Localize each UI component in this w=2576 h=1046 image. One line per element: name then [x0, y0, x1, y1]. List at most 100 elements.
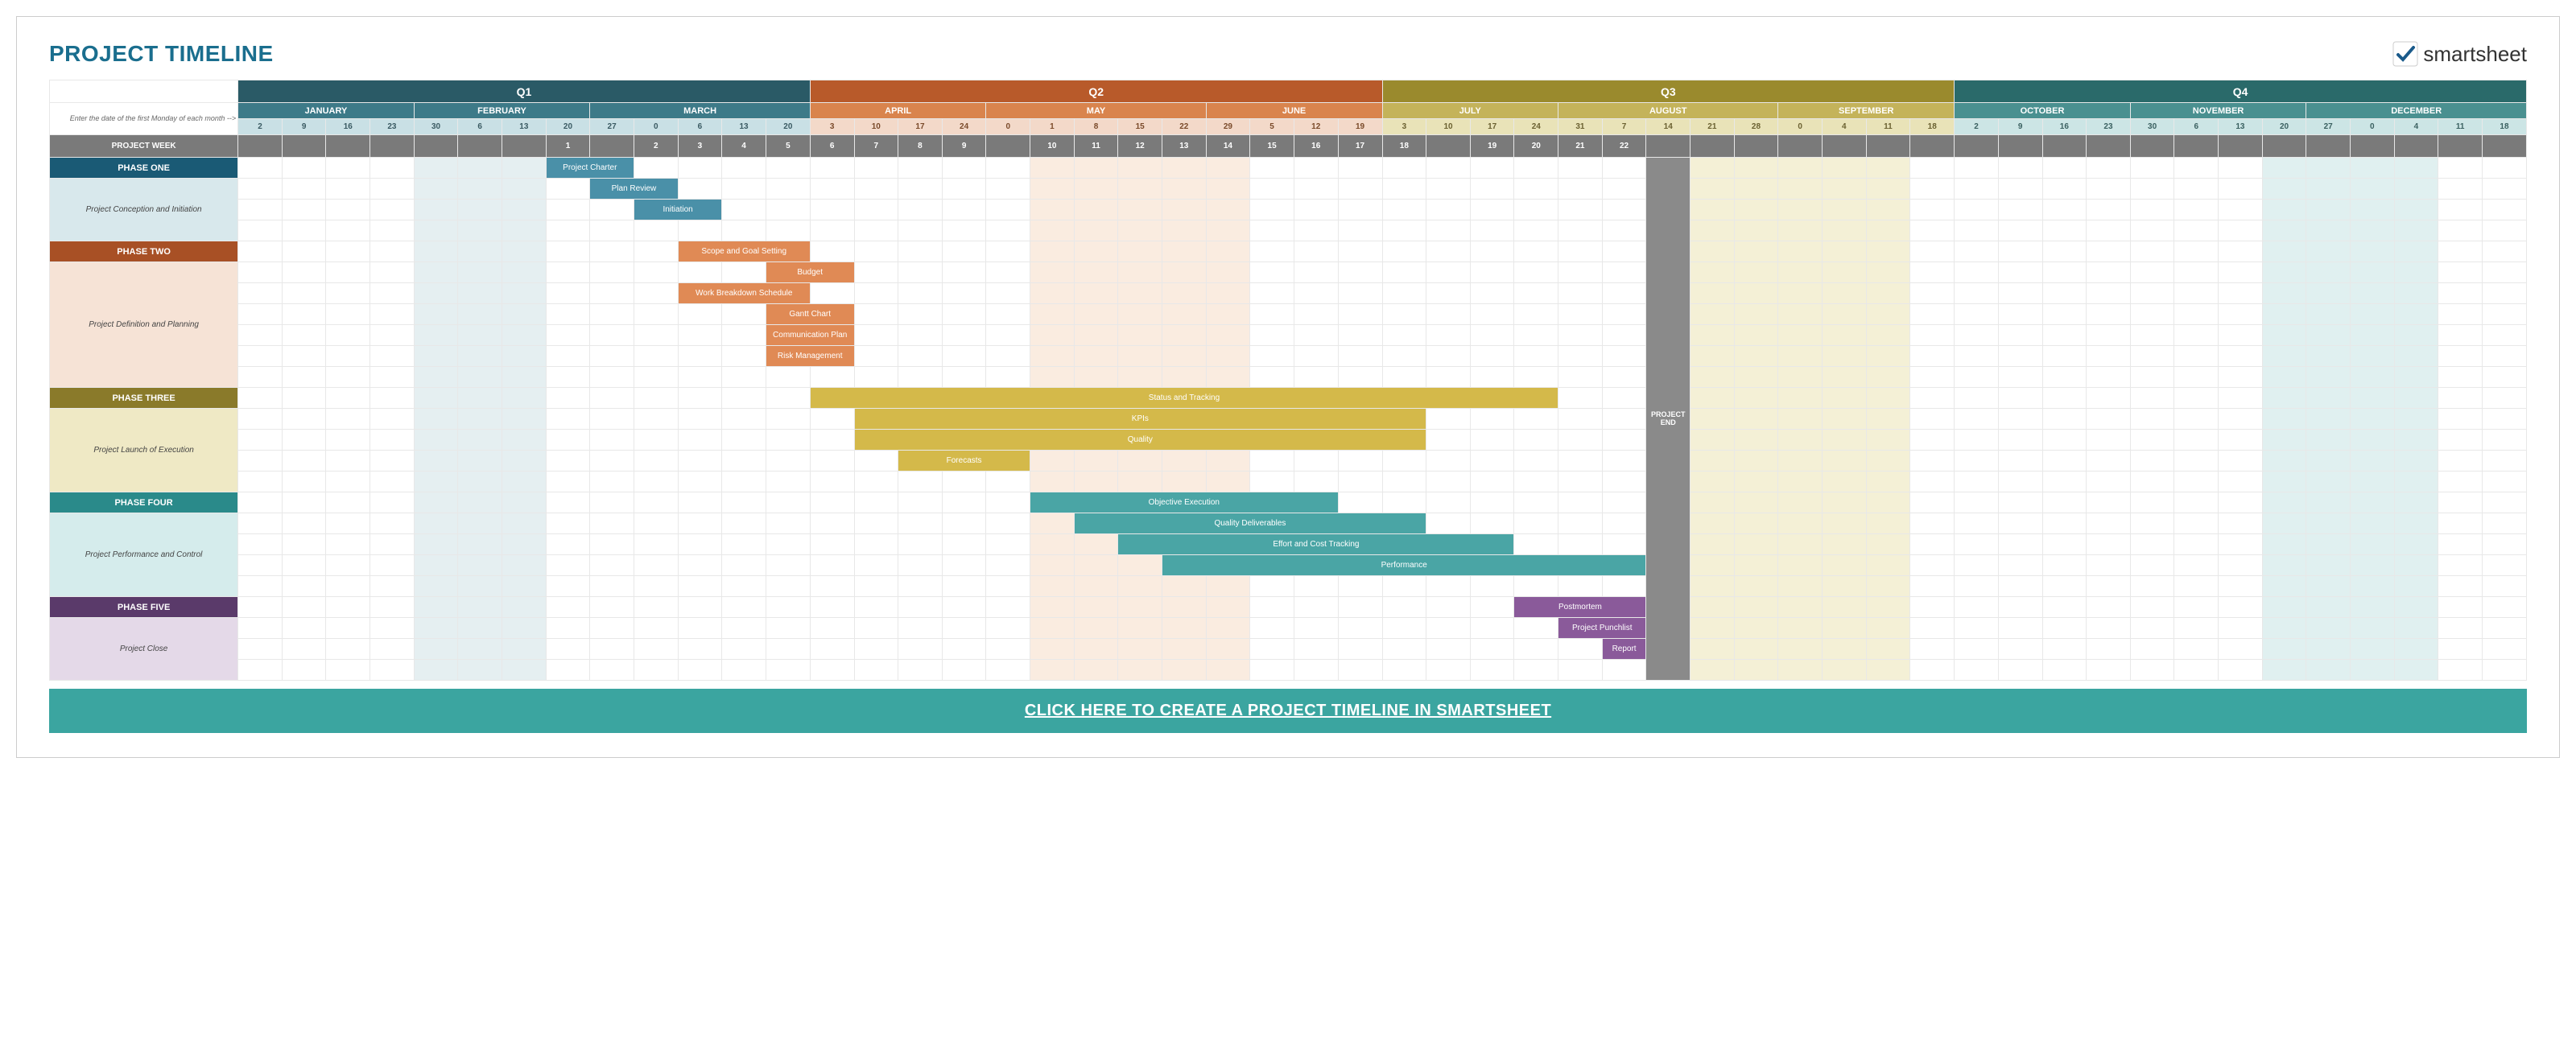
grid-cell [1998, 367, 2042, 388]
grid-cell [1778, 220, 1823, 241]
grid-cell [2042, 200, 2087, 220]
grid-cell [854, 200, 898, 220]
grid-cell [810, 241, 854, 262]
date-cell: 6 [458, 119, 502, 135]
grid-cell [634, 220, 678, 241]
grid-cell [986, 618, 1030, 639]
grid-cell [238, 220, 283, 241]
grid-cell [1470, 367, 1514, 388]
grid-cell [2438, 430, 2483, 451]
grid-cell [282, 304, 326, 325]
grid-cell [2219, 492, 2263, 513]
grid-cell [1558, 409, 1603, 430]
pw-cell: 16 [1294, 135, 1338, 158]
grid-cell [2351, 492, 2395, 513]
grid-cell [634, 262, 678, 283]
cta-button[interactable]: CLICK HERE TO CREATE A PROJECT TIMELINE … [49, 689, 2527, 733]
grid-cell [458, 346, 502, 367]
grid-cell [854, 325, 898, 346]
grid-cell [1294, 262, 1338, 283]
grid-cell [546, 555, 590, 576]
grid-cell [1294, 597, 1338, 618]
grid-cell [1558, 367, 1603, 388]
grid-cell [502, 241, 547, 262]
grid-cell [2042, 241, 2087, 262]
pw-cell: 18 [1382, 135, 1426, 158]
grid-cell [2042, 639, 2087, 660]
grid-cell [678, 472, 722, 492]
grid-cell [1030, 513, 1075, 534]
grid-cell [1734, 367, 1778, 388]
grid-cell [2351, 597, 2395, 618]
grid-cell [238, 283, 283, 304]
grid-cell [1955, 262, 1999, 283]
grid-cell [2130, 158, 2174, 179]
grid-cell [898, 241, 943, 262]
grid-cell [414, 618, 458, 639]
grid-cell [2130, 325, 2174, 346]
pw-cell: 19 [1470, 135, 1514, 158]
pw-cell [502, 135, 547, 158]
grid-cell [1338, 241, 1382, 262]
pw-cell: 22 [1602, 135, 1646, 158]
date-cell: 28 [1734, 119, 1778, 135]
grid-cell [2087, 179, 2131, 200]
date-cell: 17 [898, 119, 943, 135]
grid-cell [326, 200, 370, 220]
grid-cell [1955, 367, 1999, 388]
grid-cell [1162, 158, 1206, 179]
date-cell: 24 [942, 119, 986, 135]
grid-cell [1250, 158, 1294, 179]
grid-cell [634, 472, 678, 492]
grid-cell [2042, 472, 2087, 492]
pw-cell [458, 135, 502, 158]
grid-cell [458, 367, 502, 388]
grid-cell [2130, 492, 2174, 513]
grid-cell [2262, 492, 2306, 513]
grid-cell [1514, 472, 1558, 492]
grid-cell [1910, 241, 1955, 262]
grid-cell [2130, 283, 2174, 304]
grid-cell [1514, 660, 1558, 681]
grid-cell [1206, 597, 1250, 618]
grid-cell [1118, 597, 1162, 618]
grid-cell [326, 618, 370, 639]
grid-cell [1910, 472, 1955, 492]
grid-cell [1206, 325, 1250, 346]
grid-cell [2130, 555, 2174, 576]
grid-cell [2087, 409, 2131, 430]
grid-cell [1030, 660, 1075, 681]
grid-cell [634, 304, 678, 325]
grid-cell [1998, 513, 2042, 534]
grid-cell [854, 472, 898, 492]
grid-cell [1690, 158, 1735, 179]
grid-cell [1822, 346, 1866, 367]
grid-cell [546, 534, 590, 555]
grid-cell [1778, 304, 1823, 325]
grid-cell [282, 597, 326, 618]
grid-cell [1558, 158, 1603, 179]
grid-cell [502, 618, 547, 639]
gantt-table: Q1Q2Q3Q4Enter the date of the first Mond… [49, 80, 2527, 681]
grid-cell [590, 618, 634, 639]
grid-cell [2306, 262, 2351, 283]
grid-cell [2042, 660, 2087, 681]
grid-cell [1910, 534, 1955, 555]
date-cell: 11 [1866, 119, 1910, 135]
grid-cell [1118, 367, 1162, 388]
grid-cell [1998, 304, 2042, 325]
grid-cell [942, 241, 986, 262]
grid-cell [854, 555, 898, 576]
grid-cell [1426, 576, 1471, 597]
grid-cell [590, 576, 634, 597]
grid-cell [986, 325, 1030, 346]
task-bar: Work Breakdown Schedule [678, 283, 810, 304]
grid-cell [1074, 367, 1118, 388]
grid-cell [2262, 597, 2306, 618]
grid-cell [986, 639, 1030, 660]
grid-cell [1910, 513, 1955, 534]
grid-cell [502, 200, 547, 220]
grid-cell [2306, 534, 2351, 555]
grid-cell [1338, 304, 1382, 325]
grid-cell [1734, 346, 1778, 367]
